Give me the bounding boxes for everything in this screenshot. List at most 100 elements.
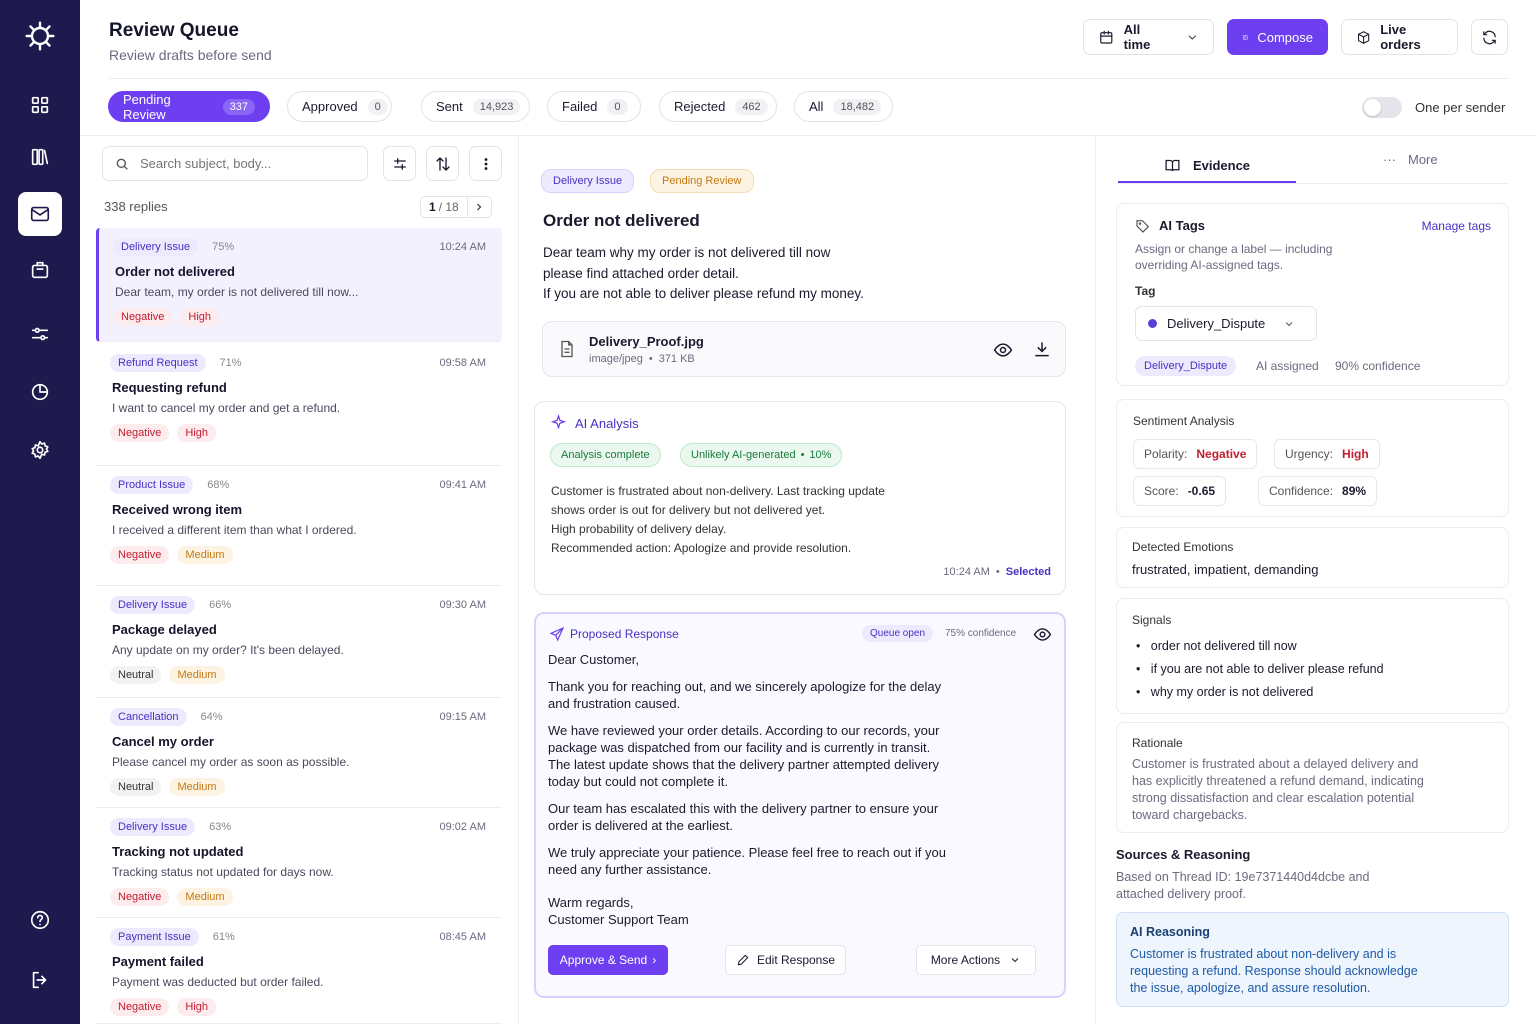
ai-reasoning-card: AI Reasoning Customer is frustrated abou… (1116, 912, 1509, 1007)
sliders-icon (393, 157, 406, 170)
next-page-button[interactable] (467, 196, 492, 218)
signal-item: • why my order is not delivered (1136, 685, 1314, 699)
logo-icon[interactable] (18, 14, 62, 58)
ai-tags-title: AI Tags (1159, 218, 1205, 233)
compose-button[interactable]: Compose (1227, 19, 1328, 55)
ai-generated-pct: 10% (809, 449, 832, 461)
approve-send-button[interactable]: Approve & Send › (548, 945, 668, 975)
one-per-sender-toggle[interactable] (1362, 97, 1402, 118)
tag-select[interactable]: Delivery_Dispute (1135, 306, 1317, 341)
eye-icon[interactable] (993, 340, 1013, 360)
response-body[interactable]: Dear Customer, Thank you for reaching ou… (548, 651, 946, 928)
tab-evidence[interactable]: Evidence (1118, 150, 1296, 183)
list-item[interactable]: Payment Issue 61% 08:45 AM Payment failed Pa… (96, 918, 502, 1024)
more-options-button[interactable] (469, 146, 502, 181)
tab-failed[interactable]: Failed 0 (547, 91, 641, 122)
sidebar (0, 0, 80, 1024)
refresh-icon (1483, 30, 1496, 44)
detail-body: Dear team why my order is not delivered … (543, 243, 864, 305)
tag-icon (1136, 220, 1150, 233)
help-icon[interactable] (18, 898, 62, 942)
orders-icon[interactable] (18, 248, 62, 292)
list-item-meta: Refund Request 71% (110, 354, 242, 372)
compose-label: Compose (1257, 29, 1313, 45)
filters-icon[interactable] (18, 312, 62, 356)
manage-tags-link[interactable]: Manage tags (1422, 219, 1491, 233)
attachment-card[interactable]: Delivery_Proof.jpg image/jpeg • 371 KB (542, 321, 1066, 377)
library-icon[interactable] (18, 135, 62, 179)
sentiment-badge: Neutral (110, 778, 162, 796)
header-divider (109, 78, 1509, 79)
inbox-icon[interactable] (18, 192, 62, 236)
list-item[interactable]: Cancellation 64% 09:15 AM Cancel my order Pl… (96, 698, 502, 808)
emotions-card: Detected Emotions frustrated, impatient,… (1116, 527, 1509, 588)
tab-pending-review[interactable]: Pending Review 337 (108, 91, 270, 122)
urgency-badge: Medium (169, 778, 225, 796)
response-line: need any further assistance. (548, 862, 712, 877)
settings-icon[interactable] (18, 428, 62, 472)
signal-text: if you are not able to deliver please re… (1150, 662, 1384, 676)
list-item-title: Package delayed (112, 622, 217, 637)
polarity-label: Polarity: (1144, 447, 1188, 461)
search-input[interactable] (140, 156, 350, 171)
book-icon (1165, 159, 1180, 172)
evidence-tab-divider (1118, 183, 1509, 184)
analysis-selected: Selected (1005, 566, 1051, 578)
search-box[interactable] (102, 146, 368, 181)
list-item-preview: Payment was deducted but order failed. (112, 975, 324, 989)
urgency-badge: Medium (169, 666, 225, 684)
chevron-right-icon (477, 203, 482, 211)
logout-icon[interactable] (18, 958, 62, 1002)
eye-icon[interactable] (1033, 625, 1052, 644)
tab-sent[interactable]: Sent 14,923 (421, 91, 530, 122)
urgency-value: High (1342, 447, 1369, 461)
tab-all[interactable]: All 18,482 (794, 91, 893, 122)
sort-button[interactable] (426, 146, 459, 181)
category-badge: Delivery Issue (110, 596, 196, 614)
analysis-line: Recommended action: Apologize and provid… (551, 541, 852, 555)
rationale-text: Customer is frustrated about a delayed d… (1132, 756, 1424, 824)
list-item[interactable]: Delivery Issue 66% 09:30 AM Package delayed… (96, 586, 502, 698)
live-orders-button[interactable]: Live orders (1341, 19, 1458, 55)
list-item-preview: Dear team, my order is not delivered til… (115, 285, 359, 299)
more-actions-dropdown[interactable]: More Actions (916, 945, 1036, 975)
urgency-badge: High (180, 308, 220, 326)
download-icon[interactable] (1032, 339, 1052, 359)
edit-response-button[interactable]: Edit Response (725, 945, 846, 975)
tab-label: Rejected (674, 99, 726, 114)
ai-tags-desc: Assign or change a label — including ove… (1135, 241, 1332, 273)
rationale-line: has explicitly threatened a refund deman… (1132, 774, 1424, 788)
proposed-response-card: Proposed Response Queue open 75% confide… (534, 612, 1066, 998)
ai-generated-badge: Unlikely AI-generated • 10% (680, 443, 843, 467)
rationale-card: Rationale Customer is frustrated about a… (1116, 722, 1509, 833)
polarity-value: Negative (1196, 447, 1247, 461)
list-item-preview: Any update on my order? It's been delaye… (112, 643, 344, 657)
refresh-button[interactable] (1471, 19, 1508, 55)
list-item-meta: Product Issue 68% (110, 476, 229, 494)
date-filter-dropdown[interactable]: All time (1083, 19, 1214, 55)
list-item-time: 09:41 AM (439, 479, 486, 491)
rationale-line: Customer is frustrated about a delayed d… (1132, 757, 1419, 771)
signals-title: Signals (1132, 613, 1172, 627)
response-line: Thank you for reaching out, and we since… (548, 679, 942, 694)
tab-more[interactable]: ··· More (1383, 152, 1438, 167)
list-item[interactable]: Product Issue 68% 09:41 AM Received wrong i… (96, 466, 502, 586)
list-item[interactable]: Delivery Issue 63% 09:02 AM Tracking not up… (96, 808, 502, 918)
analytics-icon[interactable] (18, 370, 62, 414)
sentiment-badge: Negative (110, 998, 170, 1016)
list-item[interactable]: Refund Request 71% 09:58 AM Requesting refu… (96, 344, 502, 466)
urgency-badge: Medium (177, 888, 233, 906)
edit-response-label: Edit Response (756, 953, 836, 967)
tag-select-value: Delivery_Dispute (1167, 316, 1266, 331)
list-item-tags: Negative High (113, 308, 220, 326)
ai-analysis-title: AI Analysis (575, 416, 639, 431)
filter-button[interactable] (383, 146, 416, 181)
tab-approved[interactable]: Approved 0 (287, 91, 392, 122)
tab-rejected[interactable]: Rejected 462 (659, 91, 777, 122)
rationale-title: Rationale (1132, 736, 1183, 750)
dashboard-icon[interactable] (18, 83, 62, 127)
list-item[interactable]: Delivery Issue 75% 10:24 AM Order not deliv… (96, 228, 502, 342)
tab-count: 0 (607, 98, 628, 115)
response-line: order is delivered at the earliest. (548, 818, 733, 833)
page-subtitle: Review drafts before send (109, 47, 272, 63)
